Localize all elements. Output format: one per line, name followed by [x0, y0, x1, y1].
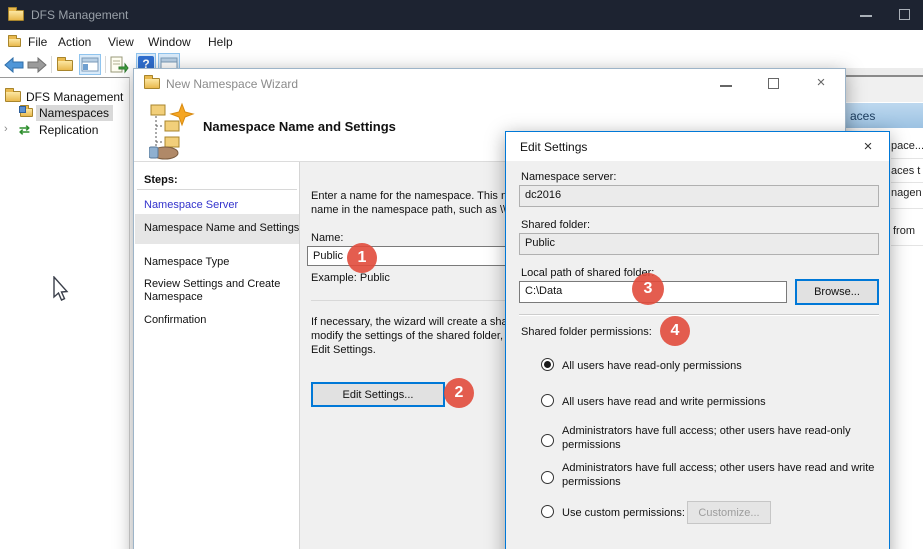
namespace-wizard-icon: [149, 102, 195, 160]
tree-item-replication[interactable]: Replication: [39, 123, 98, 137]
menu-window[interactable]: Window: [144, 34, 195, 50]
wizard-titlebar: New Namespace Wizard ×: [134, 69, 845, 97]
radio-read-only[interactable]: [541, 358, 554, 371]
action-link-fragment[interactable]: pace...: [891, 140, 923, 152]
edit-settings-dialog: Edit Settings × Namespace server: dc2016…: [505, 131, 890, 549]
radio-admin-full-readonly[interactable]: [541, 434, 554, 447]
local-path-label: Local path of shared folder:: [521, 267, 654, 279]
console-pane-icon[interactable]: [79, 54, 101, 75]
radio-read-write-label[interactable]: All users have read and write permission…: [562, 395, 766, 409]
tree-item-namespaces[interactable]: Namespaces: [39, 106, 109, 120]
action-divider: [891, 182, 923, 183]
step-namespace-type[interactable]: Namespace Type: [144, 256, 294, 269]
dfs-root-icon: [5, 91, 21, 102]
edit-settings-button[interactable]: Edit Settings...: [311, 382, 445, 407]
mouse-cursor: [53, 276, 69, 302]
radio-custom-permissions[interactable]: [541, 505, 554, 518]
annotation-badge-3: 3: [632, 273, 664, 305]
bg-panel-band2: [846, 77, 923, 103]
steps-divider: [137, 189, 297, 190]
action-link-fragment[interactable]: nagen: [891, 187, 922, 199]
dialog-title: Edit Settings: [520, 140, 587, 154]
customize-button: Customize...: [687, 501, 771, 524]
dfs-management-screen: DFS Management File Action View Window H…: [0, 0, 923, 549]
radio-admin-full-readwrite-label[interactable]: Administrators have full access; other u…: [562, 461, 902, 489]
step-review-settings[interactable]: Review Settings and Create Namespace: [144, 278, 294, 304]
back-icon[interactable]: [4, 57, 24, 73]
show-hide-tree-icon[interactable]: [57, 60, 73, 71]
namespace-server-field: dc2016: [519, 185, 879, 207]
name-label: Name:: [311, 232, 343, 244]
maximize-icon[interactable]: [899, 9, 910, 20]
namespaces-icon-overlay: [19, 106, 26, 113]
tree-item-dfs-management[interactable]: DFS Management: [26, 90, 123, 104]
toolbar-separator: [51, 56, 52, 73]
permissions-label: Shared folder permissions:: [521, 326, 652, 338]
dialog-titlebar: Edit Settings ×: [506, 132, 889, 161]
step-namespace-name-settings[interactable]: Namespace Name and Settings: [144, 222, 294, 235]
menu-action[interactable]: Action: [54, 34, 95, 50]
app-folder-icon: [8, 10, 24, 21]
radio-admin-full-readonly-label[interactable]: Administrators have full access; other u…: [562, 424, 892, 452]
action-divider: [891, 245, 923, 246]
namespace-server-label: Namespace server:: [521, 171, 616, 183]
shared-folder-label: Shared folder:: [521, 219, 590, 231]
console-tree-panel: DFS Management Namespaces › ⇄ Replicatio…: [0, 77, 130, 549]
actions-header-fragment: aces: [850, 109, 875, 123]
steps-pane: Steps: Namespace Server Namespace Name a…: [134, 162, 300, 549]
radio-admin-full-readwrite[interactable]: [541, 471, 554, 484]
bg-panel-band: [846, 68, 923, 75]
wizard-page-title: Namespace Name and Settings: [203, 119, 396, 134]
minimize-icon[interactable]: [860, 15, 872, 17]
wizard-window-title: New Namespace Wizard: [166, 77, 298, 91]
example-label: Example: Public: [311, 272, 390, 284]
wizard-minimize-icon[interactable]: [720, 85, 732, 87]
menu-bar: File Action View Window Help: [0, 30, 923, 53]
annotation-badge-4: 4: [660, 316, 690, 346]
wizard-close-icon[interactable]: ×: [804, 72, 838, 94]
expand-chevron-icon[interactable]: ›: [4, 123, 8, 135]
wizard-note-line1: If necessary, the wizard will create a s…: [311, 316, 511, 328]
action-link-fragment[interactable]: from: [893, 225, 915, 237]
forward-icon[interactable]: [27, 57, 47, 73]
steps-header: Steps:: [144, 174, 294, 187]
action-divider: [891, 208, 923, 209]
annotation-badge-2: 2: [444, 378, 474, 408]
radio-custom-permissions-label[interactable]: Use custom permissions:: [562, 506, 685, 520]
wizard-icon: [144, 78, 160, 89]
step-namespace-server[interactable]: Namespace Server: [144, 199, 294, 212]
actions-pane-header: aces: [846, 103, 923, 128]
wizard-note-line2: modify the settings of the shared folder…: [311, 330, 518, 342]
shared-folder-field: Public: [519, 233, 879, 255]
menubar-folder-icon: [8, 38, 21, 47]
wizard-intro-line1: Enter a name for the namespace. This na: [311, 190, 513, 202]
action-link-fragment[interactable]: aces t: [891, 165, 920, 177]
main-window-title: DFS Management: [31, 8, 128, 22]
step-confirmation[interactable]: Confirmation: [144, 314, 294, 327]
action-divider: [891, 158, 923, 159]
menu-view[interactable]: View: [104, 34, 138, 50]
menu-file[interactable]: File: [24, 34, 51, 50]
dialog-close-icon[interactable]: ×: [855, 136, 881, 157]
main-titlebar: DFS Management: [0, 0, 923, 30]
content-divider: [311, 300, 507, 301]
wizard-maximize-icon[interactable]: [768, 78, 779, 89]
browse-button[interactable]: Browse...: [795, 279, 879, 305]
replication-icon: ⇄: [19, 122, 30, 138]
wizard-intro-line2: name in the namespace path, such as \\: [311, 204, 506, 216]
dialog-separator: [519, 314, 879, 316]
export-list-icon[interactable]: [110, 56, 129, 74]
menu-help[interactable]: Help: [204, 34, 237, 50]
radio-read-write[interactable]: [541, 394, 554, 407]
radio-read-only-label[interactable]: All users have read-only permissions: [562, 359, 742, 373]
toolbar-separator: [105, 56, 106, 73]
annotation-badge-1: 1: [347, 243, 377, 273]
wizard-note-line3: Edit Settings.: [311, 344, 376, 356]
